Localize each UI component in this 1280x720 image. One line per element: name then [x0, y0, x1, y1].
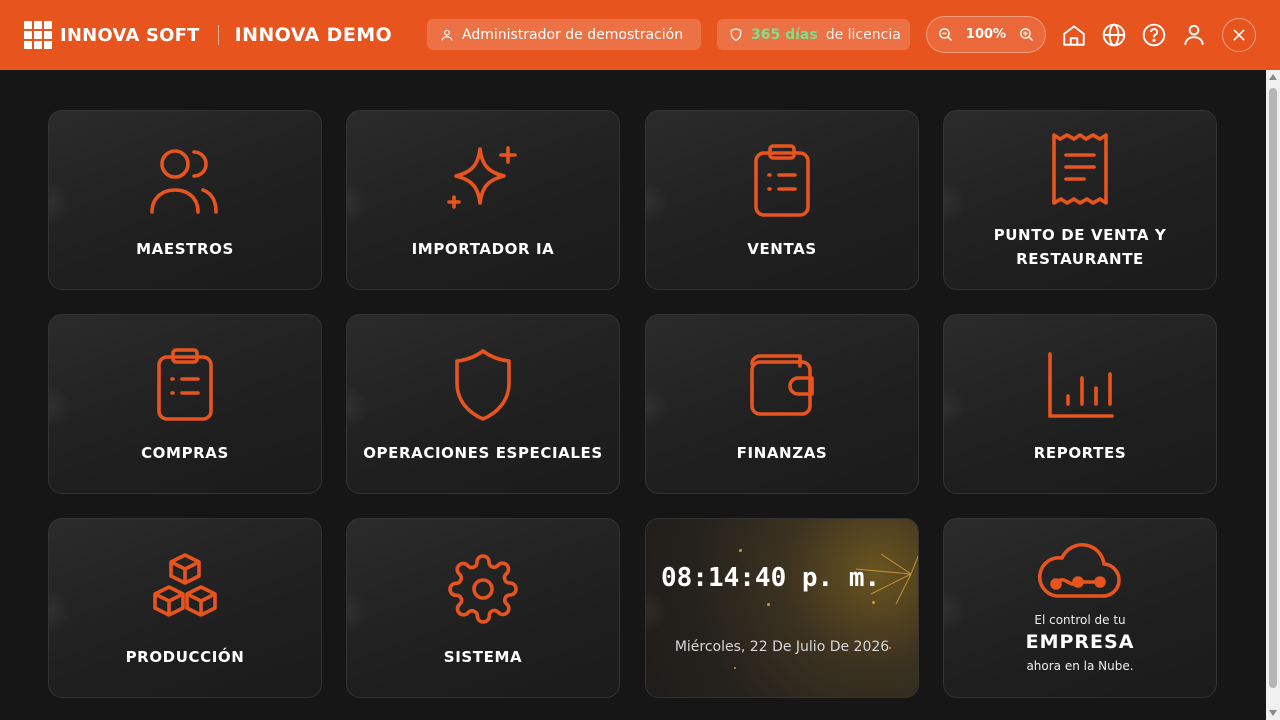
- zoom-level: 100%: [965, 27, 1007, 42]
- users-icon: [150, 149, 218, 214]
- top-bar: INNOVA SOFT INNOVA DEMO Administrador de…: [0, 0, 1280, 70]
- brand-divider: [217, 25, 219, 45]
- help-icon[interactable]: [1141, 22, 1167, 48]
- module-tile-importador-ia[interactable]: IMPORTADOR IA: [346, 110, 620, 290]
- module-label: PRODUCCIÓN: [125, 648, 245, 666]
- close-button[interactable]: [1222, 18, 1256, 52]
- clipboard-icon: [754, 144, 810, 217]
- module-label: PUNTO DE VENTA Y RESTAURANTE: [993, 226, 1167, 268]
- globe-icon[interactable]: [1101, 22, 1127, 48]
- clock-widget: 08:14:40 p. m. Miércoles, 22 De Julio De…: [645, 518, 919, 698]
- module-label: FINANZAS: [736, 444, 828, 462]
- wallet-icon: [750, 354, 814, 416]
- cloud-promo-tile[interactable]: El control de tu EMPRESA ahora en la Nub…: [943, 518, 1217, 698]
- sparkle-icon: [447, 146, 517, 209]
- receipt-icon: [1052, 133, 1108, 205]
- license-label: de licencia: [825, 26, 901, 43]
- user-icon: [441, 29, 453, 40]
- zoom-in-icon: [1020, 28, 1034, 42]
- grid-logo-icon[interactable]: [24, 21, 52, 49]
- module-tile-sistema[interactable]: SISTEMA: [346, 518, 620, 698]
- license-badge: 365 días de licencia: [717, 19, 910, 50]
- profile-icon[interactable]: [1181, 22, 1207, 48]
- module-label: COMPRAS: [141, 444, 229, 462]
- module-tile-reportes[interactable]: REPORTES: [943, 314, 1217, 494]
- close-icon: [1233, 29, 1245, 41]
- scroll-thumb[interactable]: [1269, 88, 1277, 688]
- user-name: Administrador de demostración: [462, 26, 684, 43]
- module-tile-punto-de-venta[interactable]: PUNTO DE VENTA Y RESTAURANTE: [943, 110, 1217, 290]
- bar-chart-icon: [1048, 352, 1114, 418]
- module-label: SISTEMA: [443, 648, 523, 666]
- clipboard-list-icon: [157, 348, 213, 421]
- boxes-icon: [153, 553, 217, 617]
- license-days: 365 días: [751, 26, 818, 43]
- brand: INNOVA SOFT INNOVA DEMO: [24, 20, 392, 50]
- user-badge: Administrador de demostración: [427, 19, 701, 50]
- clock-date: Miércoles, 22 De Julio De 2026: [674, 639, 890, 655]
- module-tile-ventas[interactable]: VENTAS: [645, 110, 919, 290]
- cloud-icon: [1038, 543, 1121, 598]
- module-label: VENTAS: [747, 240, 817, 258]
- company-name: INNOVA DEMO: [234, 24, 393, 46]
- module-tile-produccion[interactable]: PRODUCCIÓN: [48, 518, 322, 698]
- module-tile-operaciones-especiales[interactable]: OPERACIONES ESPECIALES: [346, 314, 620, 494]
- spark-dot: [767, 603, 770, 606]
- module-label: OPERACIONES ESPECIALES: [363, 444, 603, 462]
- zoom-control: 100%: [926, 16, 1046, 53]
- shield-icon: [730, 28, 742, 41]
- zoom-in-button[interactable]: [1017, 25, 1037, 45]
- cloud-promo-subtitle: El control de tu: [1034, 613, 1126, 627]
- vertical-scrollbar[interactable]: [1266, 70, 1280, 720]
- spark-dot: [734, 667, 736, 669]
- cloud-promo-title: EMPRESA: [1025, 631, 1135, 653]
- module-label: MAESTROS: [136, 240, 234, 258]
- shield-icon: [455, 349, 511, 421]
- module-tile-maestros[interactable]: MAESTROS: [48, 110, 322, 290]
- clock-time: 08:14:40 p. m.: [661, 563, 881, 593]
- brand-name: INNOVA SOFT: [60, 24, 200, 46]
- module-label: IMPORTADOR IA: [411, 240, 555, 258]
- scroll-up-arrow[interactable]: [1269, 74, 1277, 80]
- spark-dot: [739, 549, 742, 552]
- gear-icon: [448, 554, 518, 624]
- cloud-promo-footer: ahora en la Nube.: [1026, 659, 1134, 673]
- module-tile-finanzas[interactable]: FINANZAS: [645, 314, 919, 494]
- scroll-down-arrow[interactable]: [1269, 710, 1277, 716]
- module-label: REPORTES: [1033, 444, 1127, 462]
- home-icon[interactable]: [1061, 22, 1087, 48]
- zoom-out-icon: [938, 28, 952, 42]
- zoom-out-button[interactable]: [935, 25, 955, 45]
- module-tile-compras[interactable]: COMPRAS: [48, 314, 322, 494]
